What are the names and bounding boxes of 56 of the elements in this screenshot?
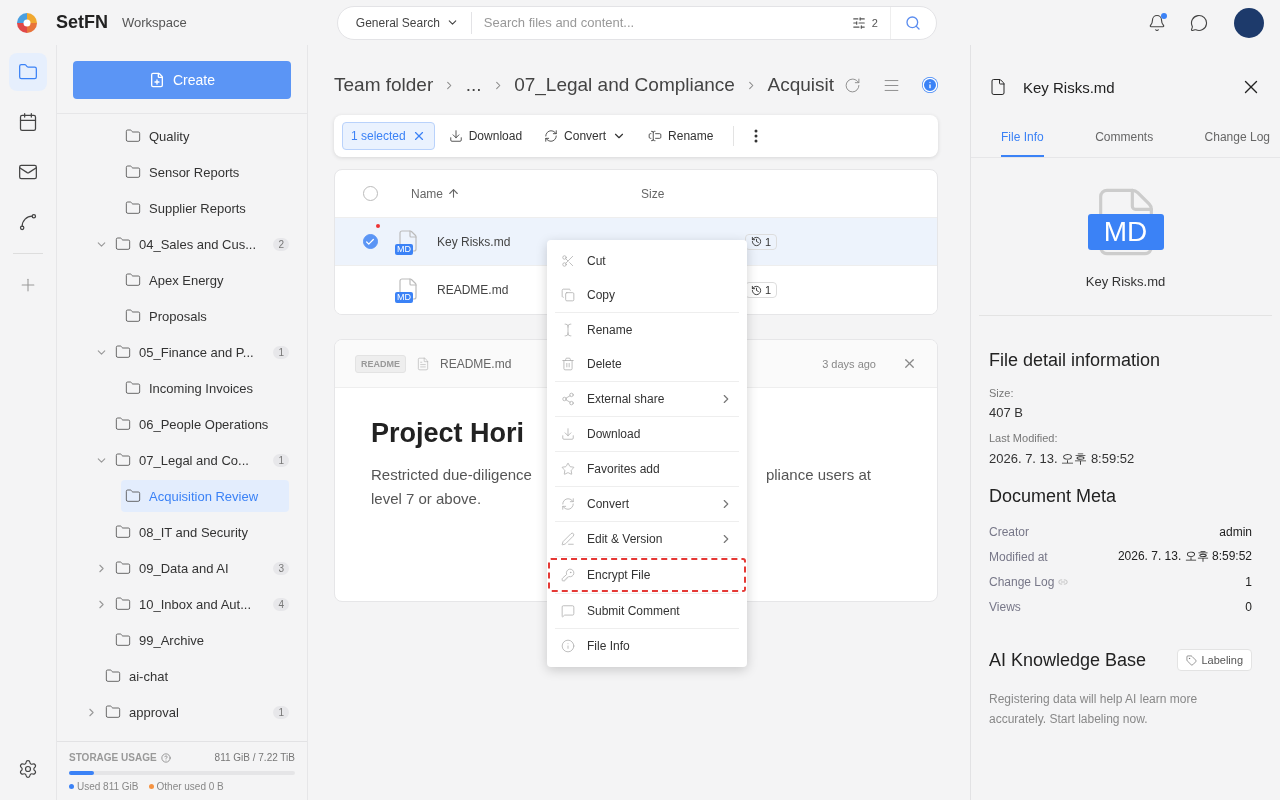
brand-name: SetFN (56, 12, 108, 33)
folder-count: 2 (273, 237, 289, 251)
folder-name: Apex Energy (149, 272, 224, 288)
folder-count: 1 (273, 345, 289, 359)
folder-count: 3 (273, 561, 289, 575)
folder-name: Quality (149, 128, 190, 144)
panel-title: Key Risks.md (1023, 78, 1116, 96)
preview-file-name: README.md (440, 356, 512, 371)
folder-name: 10_Inbox and Aut... (139, 596, 252, 612)
preview-text: level 7 or above. (371, 489, 483, 509)
folder-name: 05_Finance and P... (139, 344, 254, 360)
section-title: Workspace (122, 15, 187, 30)
meta-value: 0 (1245, 599, 1252, 614)
folder-name: Supplier Reports (149, 200, 246, 216)
folder-name: approval (129, 704, 179, 720)
section-title: AI Knowledge Base (989, 649, 1147, 671)
folder-count: 1 (273, 705, 289, 719)
field-value: 407 B (989, 405, 1024, 420)
field-label: Size: (989, 387, 1015, 399)
folder-name: 99_Archive (139, 632, 205, 648)
preview-text: pliance users at (765, 465, 871, 485)
folder-name: ai-chat (129, 668, 169, 684)
folder-name: 08_IT and Security (139, 524, 248, 540)
storage-title: STORAGE USAGE (69, 752, 157, 763)
ai-description: Registering data will help AI learn more accurately. Start labeling now. (989, 691, 1199, 728)
meta-value: admin (1219, 524, 1252, 539)
storage-used-label: Used 811 GiB (77, 781, 139, 792)
meta-label: Modified at (989, 549, 1048, 564)
preview-file-name: Key Risks.md (1085, 274, 1166, 289)
folder-name: Proposals (149, 308, 207, 324)
storage-other-label: Other used 0 B (156, 781, 224, 792)
folder-name: 09_Data and AI (139, 560, 229, 576)
field-label: Last Modified: (989, 432, 1059, 444)
meta-label: Creator (989, 524, 1029, 539)
folder-name: 06_People Operations (139, 416, 269, 432)
file-name: README.md (437, 283, 509, 297)
preview-text: Restricted due-diligence (371, 465, 532, 485)
readme-tag: README (355, 354, 406, 373)
meta-value: 1 (1245, 574, 1252, 589)
storage-total: 811 GiB / 7.22 TiB (214, 752, 295, 763)
section-title: File detail information (989, 350, 1162, 371)
folder-name: Acquisition Review (149, 488, 259, 504)
preview-heading: Project Hori (371, 418, 526, 449)
folder-name: 04_Sales and Cus... (139, 236, 257, 252)
preview-time: 3 days ago (822, 357, 876, 370)
meta-value: 2026. 7. 13. 오후 8:59:52 (1117, 548, 1252, 565)
folder-count: 4 (273, 597, 289, 611)
folder-name: 07_Legal and Co... (139, 452, 249, 468)
folder-count: 1 (273, 453, 289, 467)
meta-label: Change Log (989, 574, 1055, 589)
folder-name: Incoming Invoices (149, 380, 254, 396)
field-value: 2026. 7. 13. 오후 8:59:52 (989, 450, 1136, 468)
section-title: Document Meta (989, 486, 1118, 507)
file-name: Key Risks.md (437, 234, 511, 249)
folder-name: Sensor Reports (149, 164, 240, 180)
meta-label: Views (989, 599, 1021, 614)
